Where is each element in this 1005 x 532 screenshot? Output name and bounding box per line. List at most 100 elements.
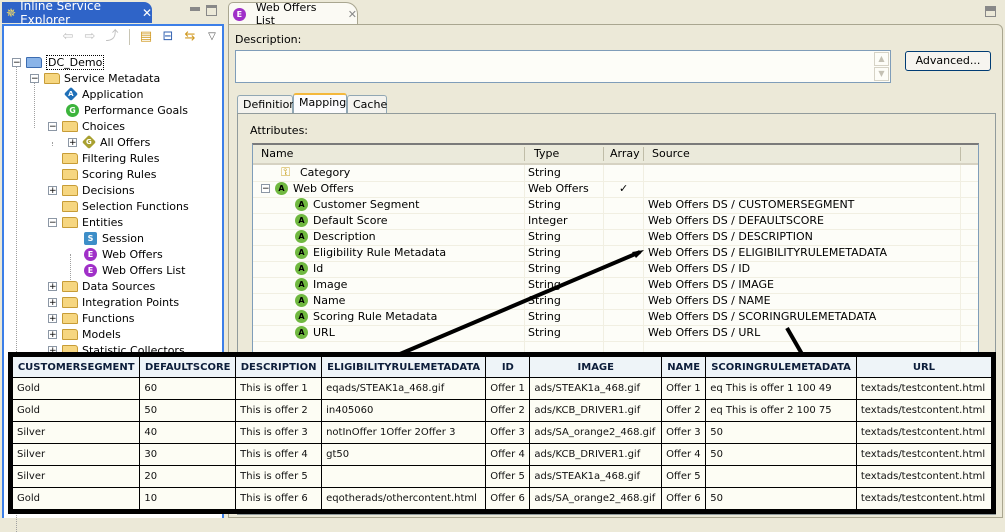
column-separator[interactable] [524, 147, 525, 161]
attribute-name-cell: ⚿ Category [281, 166, 350, 180]
column-separator[interactable] [960, 147, 961, 161]
attribute-row[interactable]: A Description String Web Offers DS / DESCRI… [253, 229, 978, 246]
folder-icon [62, 120, 78, 132]
tree-item-dc-demo[interactable]: − DC_Demo [12, 54, 105, 70]
tree-item-performance-goals[interactable]: G Performance Goals [66, 102, 188, 118]
close-icon[interactable]: ✕ [142, 6, 152, 20]
column-header-source[interactable]: Source [652, 147, 690, 160]
editor-tab-web-offers-list[interactable]: E Web Offers List ✕ [228, 1, 358, 27]
goals-icon: G [66, 103, 79, 117]
attribute-source[interactable]: Web Offers DS / IMAGE [648, 278, 774, 291]
tree-item-web-offers-list[interactable]: E Web Offers List [84, 262, 185, 278]
maximize-editor-button[interactable] [985, 6, 996, 17]
tree-item-service-metadata[interactable]: − Service Metadata [30, 70, 160, 86]
explorer-header: ✵ Inline Service Explorer ✕ [0, 0, 226, 27]
data-table-cell: eqads/STEAK1a_468.gif [321, 377, 487, 400]
data-table-cell: textads/testcontent.html [855, 399, 993, 422]
collapse-toggle[interactable]: − [261, 184, 270, 194]
close-icon[interactable]: ✕ [348, 8, 357, 21]
attribute-row[interactable]: A Image String Web Offers DS / IMAGE [253, 277, 978, 294]
new-folder-icon[interactable]: ▤ [138, 29, 154, 45]
attribute-row[interactable]: A Id String Web Offers DS / ID [253, 261, 978, 278]
advanced-button[interactable]: Advanced... [905, 51, 991, 71]
minimize-view-button[interactable] [190, 7, 200, 11]
attribute-source[interactable]: Web Offers DS / ID [648, 262, 750, 275]
tree-item-data-sources[interactable]: + Data Sources [48, 278, 155, 294]
attributes-table: Name Type Array Source ⚿ Category String − A… [252, 143, 979, 353]
tree-item-label: Web Offers [102, 247, 163, 261]
tree-item-filtering-rules[interactable]: Filtering Rules [62, 150, 159, 166]
tree-item-label: Integration Points [82, 295, 180, 309]
attribute-source[interactable]: Web Offers DS / DEFAULTSCORE [648, 214, 824, 227]
tab-mapping[interactable]: Mapping [293, 93, 347, 114]
back-arrow-icon[interactable]: ⇦ [60, 29, 76, 45]
description-textarea[interactable]: ▲ ▼ [235, 50, 891, 83]
collapse-toggle[interactable]: − [12, 57, 21, 67]
collapse-all-icon[interactable]: ⊟ [160, 29, 176, 45]
tab-definition[interactable]: Definition [237, 95, 296, 113]
attribute-name-cell: A URL [295, 326, 335, 339]
go-up-icon[interactable]: ⤴ [104, 29, 120, 45]
column-separator[interactable] [643, 147, 644, 161]
tree-item-session[interactable]: S Session [84, 230, 144, 246]
attribute-name-cell: A Eligibility Rule Metadata [295, 246, 446, 259]
attribute-row[interactable]: A URL String Web Offers DS / URL [253, 325, 978, 342]
scroll-down-icon[interactable]: ▼ [874, 67, 889, 81]
data-table-cell: textads/testcontent.html [855, 377, 993, 400]
attribute-row[interactable]: A Scoring Rule Metadata String Web Offers D… [253, 309, 978, 326]
attribute-source[interactable]: Web Offers DS / ELIGIBILITYRULEMETADATA [648, 246, 887, 259]
collapse-toggle[interactable]: − [48, 121, 57, 131]
scroll-up-icon[interactable]: ▲ [874, 52, 889, 66]
tree-item-decisions[interactable]: + Decisions [48, 182, 135, 198]
tree-item-selection-functions[interactable]: Selection Functions [62, 198, 189, 214]
column-header-array[interactable]: Array [610, 147, 640, 160]
expand-toggle[interactable]: + [68, 137, 77, 147]
folder-icon [62, 296, 78, 308]
attribute-array-check[interactable]: ✓ [619, 182, 628, 195]
tree-item-integration-points[interactable]: + Integration Points [48, 294, 179, 310]
expand-toggle[interactable]: + [48, 313, 57, 323]
tree-item-entities[interactable]: − Entities [48, 214, 123, 230]
attribute-row[interactable]: A Name String Web Offers DS / NAME [253, 293, 978, 310]
tree-item-all-offers[interactable]: + G All Offers [68, 134, 150, 150]
expand-toggle[interactable]: + [48, 297, 57, 307]
explorer-tab[interactable]: ✵ Inline Service Explorer ✕ [2, 0, 152, 27]
forward-arrow-icon[interactable]: ⇨ [82, 29, 98, 45]
attribute-name: Web Offers [293, 182, 354, 195]
attribute-row[interactable]: A Eligibility Rule Metadata String Web Offe… [253, 245, 978, 262]
expand-toggle[interactable]: + [48, 281, 57, 291]
attribute-row[interactable]: − A Web Offers Web Offers ✓ [253, 181, 978, 198]
column-separator[interactable] [603, 147, 604, 161]
tree-item-scoring-rules[interactable]: Scoring Rules [62, 166, 156, 182]
attribute-row[interactable]: A Customer Segment String Web Offers DS / C… [253, 197, 978, 214]
attribute-row[interactable]: ⚿ Category String [253, 165, 978, 182]
attribute-source[interactable]: Web Offers DS / NAME [648, 294, 771, 307]
tree-item-functions[interactable]: + Functions [48, 310, 135, 326]
collapse-toggle[interactable]: − [48, 217, 57, 227]
data-table-cell: Offer 5 [661, 465, 707, 488]
view-menu-icon[interactable]: ▽ [204, 29, 220, 45]
attribute-name: Eligibility Rule Metadata [313, 246, 447, 259]
data-table-cell: Offer 6 [661, 487, 707, 510]
tree-item-choices[interactable]: − Choices [48, 118, 125, 134]
data-table-cell: eq This is offer 1 100 49 [705, 377, 857, 400]
collapse-toggle[interactable]: − [30, 73, 39, 83]
tab-cache[interactable]: Cache [347, 95, 387, 113]
column-header-type[interactable]: Type [534, 147, 559, 160]
attribute-source[interactable]: Web Offers DS / SCORINGRULEMETADATA [648, 310, 876, 323]
tree-item-application[interactable]: A Application [63, 86, 143, 102]
attribute-source[interactable]: Web Offers DS / DESCRIPTION [648, 230, 813, 243]
link-with-editor-icon[interactable]: ⇆ [182, 29, 198, 45]
expand-toggle[interactable]: + [48, 329, 57, 339]
maximize-view-button[interactable] [206, 5, 217, 16]
description-scrollbar[interactable]: ▲ ▼ [874, 52, 889, 82]
attribute-source[interactable]: Web Offers DS / CUSTOMERSEGMENT [648, 198, 854, 211]
expand-toggle[interactable]: + [48, 185, 57, 195]
data-table-cell: eqotherads/othercontent.html [321, 487, 487, 510]
tree-item-models[interactable]: + Models [48, 326, 121, 342]
attribute-row[interactable]: A Default Score Integer Web Offers DS / DEF… [253, 213, 978, 230]
attribute-source[interactable]: Web Offers DS / URL [648, 326, 760, 339]
choice-group-icon: G [81, 134, 97, 150]
tree-item-web-offers[interactable]: E Web Offers [84, 246, 163, 262]
column-header-name[interactable]: Name [261, 147, 293, 160]
